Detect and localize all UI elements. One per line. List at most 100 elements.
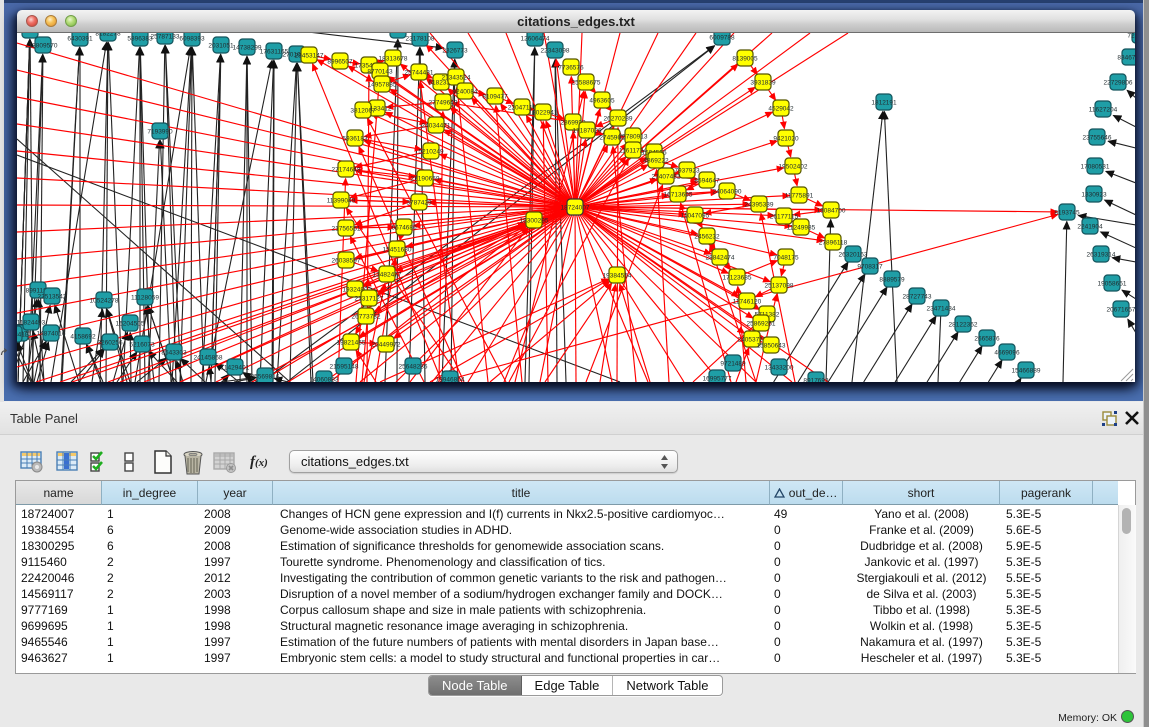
svg-text:21756551: 21756551	[332, 226, 361, 233]
svg-text:22343098: 22343098	[541, 48, 570, 55]
svg-text:8996507: 8996507	[327, 59, 353, 66]
svg-text:11399049: 11399049	[327, 198, 356, 205]
svg-text:9421020: 9421020	[773, 136, 799, 143]
svg-text:25787133: 25787133	[151, 34, 180, 41]
svg-text:22513542: 22513542	[38, 294, 67, 301]
svg-text:12606474: 12606474	[521, 36, 550, 43]
svg-text:8594647: 8594647	[694, 178, 720, 185]
svg-text:18809570: 18809570	[29, 43, 58, 50]
svg-text:9708317: 9708317	[857, 264, 883, 271]
svg-text:27407482: 27407482	[652, 174, 681, 181]
svg-text:6098393: 6098393	[179, 36, 205, 43]
svg-text:6430391: 6430391	[67, 36, 93, 43]
svg-text:13433200: 13433200	[765, 365, 794, 372]
svg-text:9240084: 9240084	[452, 89, 478, 96]
svg-text:29808412: 29808412	[17, 332, 29, 339]
svg-text:14060883: 14060883	[310, 377, 339, 383]
svg-text:27896118: 27896118	[819, 240, 848, 247]
svg-text:11746120: 11746120	[733, 299, 762, 306]
svg-text:19946804: 19946804	[436, 377, 465, 383]
svg-text:2665876: 2665876	[974, 336, 1000, 343]
svg-text:4158692: 4158692	[70, 334, 96, 341]
svg-text:15466889: 15466889	[1012, 368, 1041, 375]
svg-text:17187026: 17187026	[573, 128, 602, 135]
svg-text:24034471: 24034471	[422, 123, 451, 130]
svg-text:19502402: 19502402	[779, 164, 808, 171]
svg-text:13482477: 13482477	[373, 272, 402, 279]
svg-text:15850643: 15850643	[757, 343, 786, 350]
svg-text:16995777: 16995777	[703, 376, 732, 383]
svg-text:14957885: 14957885	[368, 82, 397, 89]
svg-text:19084700: 19084700	[817, 208, 846, 215]
svg-text:11775891: 11775891	[785, 193, 814, 200]
svg-text:5936183: 5936183	[342, 136, 368, 143]
svg-text:11128059: 11128059	[131, 295, 159, 302]
svg-text:18313678: 18313678	[379, 56, 408, 63]
svg-text:26319314: 26319314	[1087, 252, 1116, 259]
svg-text:6009788: 6009788	[709, 35, 735, 42]
svg-text:25588675: 25588675	[572, 80, 601, 87]
svg-text:7193990: 7193990	[147, 129, 173, 136]
svg-text:7048175: 7048175	[773, 255, 799, 262]
svg-text:5896383: 5896383	[127, 36, 153, 43]
svg-text:3931839: 3931839	[750, 80, 776, 87]
svg-text:25869261: 25869261	[747, 321, 776, 328]
svg-text:11824493: 11824493	[17, 320, 46, 327]
svg-text:28842474: 28842474	[706, 255, 735, 262]
svg-text:11047095: 11047095	[681, 213, 710, 220]
svg-text:19384554: 19384554	[603, 273, 632, 280]
svg-text:8182278: 8182278	[95, 33, 121, 38]
svg-text:8889579: 8889579	[879, 277, 905, 284]
svg-text:23178108: 23178108	[406, 36, 435, 43]
svg-text:25569816: 25569816	[251, 374, 280, 381]
svg-text:4387262: 4387262	[385, 33, 411, 35]
svg-text:19058651: 19058651	[1098, 281, 1127, 288]
svg-text:6674680: 6674680	[391, 225, 417, 232]
svg-text:21595148: 21595148	[330, 364, 359, 371]
svg-text:20449972: 20449972	[372, 342, 401, 349]
svg-text:1330923: 1330923	[1081, 192, 1107, 199]
svg-text:17080531: 17080531	[1081, 164, 1110, 171]
svg-text:7284987: 7284987	[1127, 33, 1135, 40]
svg-text:15451680: 15451680	[383, 247, 412, 254]
svg-text:11429401: 11429401	[221, 365, 250, 372]
svg-text:4869222: 4869222	[643, 158, 669, 165]
svg-text:8193745: 8193745	[1054, 210, 1080, 217]
svg-text:25648236: 25648236	[399, 364, 428, 371]
svg-text:25780913: 25780913	[619, 134, 648, 141]
svg-text:23755646: 23755646	[1083, 135, 1112, 142]
svg-text:5210249: 5210249	[418, 149, 444, 156]
svg-text:14738299: 14738299	[233, 45, 262, 52]
svg-text:2456232: 2456232	[694, 234, 720, 241]
svg-text:21343524: 21343524	[442, 75, 471, 82]
svg-text:10524278: 10524278	[90, 298, 119, 305]
svg-text:18300295: 18300295	[520, 218, 549, 225]
svg-text:18724007: 18724007	[561, 205, 590, 212]
svg-text:17123685: 17123685	[723, 275, 752, 282]
svg-text:27749649: 27749649	[429, 100, 458, 107]
svg-text:21317127: 21317127	[355, 296, 384, 303]
svg-text:27174648: 27174648	[332, 167, 361, 174]
svg-text:26320163: 26320163	[839, 252, 868, 259]
svg-text:8109477: 8109477	[482, 94, 508, 101]
svg-text:25744431: 25744431	[405, 70, 434, 77]
svg-text:19022941: 19022941	[529, 110, 558, 117]
svg-text:8346706: 8346706	[1117, 55, 1135, 62]
svg-text:26270289: 26270289	[604, 116, 633, 123]
svg-text:24064090: 24064090	[713, 189, 742, 196]
svg-text:19821465: 19821465	[337, 340, 366, 347]
svg-text:2326773: 2326773	[442, 48, 468, 55]
svg-text:8543303: 8543303	[161, 350, 187, 357]
svg-text:27190659: 27190659	[411, 176, 440, 183]
svg-text:24395339: 24395339	[745, 202, 774, 209]
svg-text:4669096: 4669096	[994, 350, 1020, 357]
svg-text:24145868: 24145868	[194, 355, 223, 362]
svg-text:5216073: 5216073	[129, 342, 155, 349]
svg-text:16204505: 16204505	[116, 321, 145, 328]
svg-text:22729806: 22729806	[1104, 80, 1133, 87]
svg-text:28727743: 28727743	[903, 294, 932, 301]
svg-text:11249985: 11249985	[787, 225, 816, 232]
svg-text:26773782: 26773782	[352, 314, 381, 321]
svg-text:4963605: 4963605	[589, 98, 615, 105]
svg-text:3787429: 3787429	[406, 200, 432, 207]
